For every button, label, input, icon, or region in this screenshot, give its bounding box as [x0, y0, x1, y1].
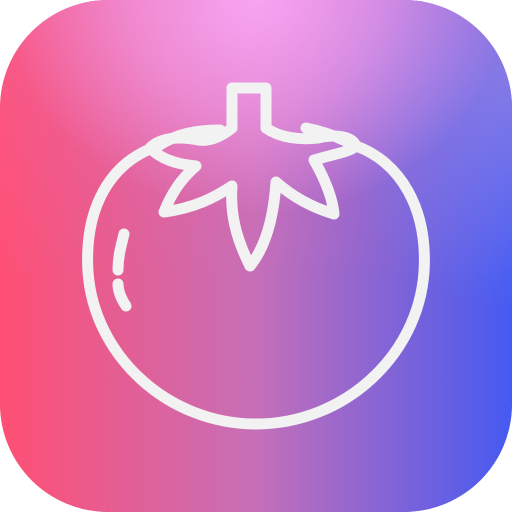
highlight-upper: [112, 228, 130, 276]
tomato-icon: [82, 82, 430, 430]
tomato-body-outline: [82, 122, 430, 430]
highlight-lower: [112, 278, 132, 312]
app-icon-tile[interactable]: [0, 0, 512, 512]
tomato-calyx: [144, 82, 362, 272]
